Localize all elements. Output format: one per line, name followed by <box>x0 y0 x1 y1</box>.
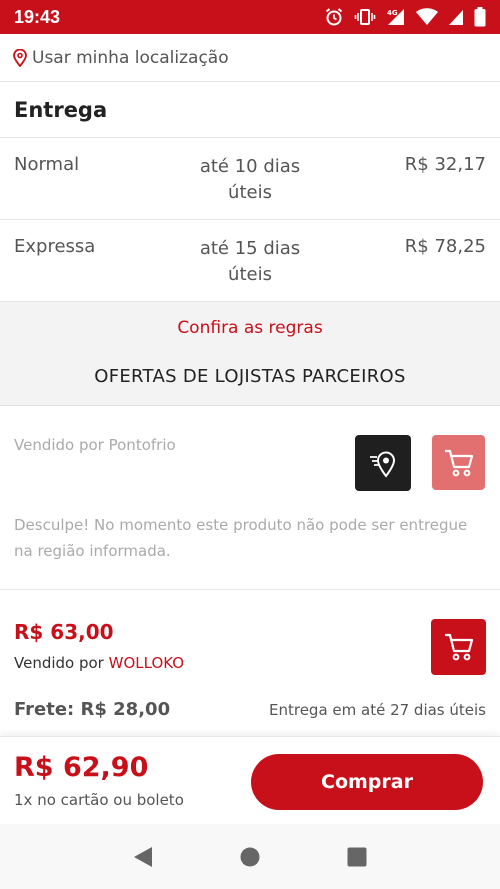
shipping-eta-line2: úteis <box>228 182 272 203</box>
alarm-icon <box>325 8 343 26</box>
rules-section: Confira as regras OFERTAS DE LOJISTAS PA… <box>0 302 500 406</box>
total-price: R$ 62,90 <box>14 752 149 783</box>
shipping-eta-line1: até 15 dias <box>199 238 301 259</box>
vibrate-icon <box>354 9 376 25</box>
unavailable-message: Desculpe! No momento este produto não po… <box>14 516 468 560</box>
shipping-eta: até 10 dias úteis <box>180 154 320 206</box>
sold-by-prefix: Vendido por <box>14 654 104 672</box>
partner-offers-title: OFERTAS DE LOJISTAS PARCEIROS <box>94 366 406 387</box>
recents-button[interactable] <box>337 837 377 877</box>
delivery-estimate: Entrega em até 27 dias úteis <box>268 701 486 719</box>
rules-link[interactable]: Confira as regras <box>0 318 500 338</box>
battery-icon <box>474 7 486 27</box>
shipping-eta-line1: até 10 dias <box>199 156 301 177</box>
shipping-eta: até 15 dias úteis <box>180 236 320 288</box>
delivery-title: Entrega <box>0 82 500 138</box>
buy-bar: R$ 62,90 1x no cartão ou boleto Comprar <box>0 736 500 824</box>
shipping-price: R$ 32,17 <box>404 154 486 175</box>
add-to-cart-button-disabled[interactable] <box>432 435 485 490</box>
payment-terms: 1x no cartão ou boleto <box>14 791 184 809</box>
freight-price: Frete: R$ 28,00 <box>14 699 171 720</box>
shipping-eta-line2: úteis <box>228 264 272 285</box>
shipping-price: R$ 78,25 <box>404 236 486 257</box>
cart-icon <box>444 449 473 476</box>
change-location-button[interactable] <box>355 435 411 491</box>
back-button[interactable] <box>123 837 163 877</box>
status-time: 19:43 <box>14 6 61 27</box>
wifi-icon <box>416 8 438 25</box>
network-type: 4G <box>387 9 398 17</box>
seller-sold-by: Vendido por Pontofrio <box>14 436 176 454</box>
seller-name-link[interactable]: WOLLOKO <box>109 654 184 672</box>
fast-delivery-pin-icon <box>370 451 396 478</box>
status-icons: 4G <box>324 7 486 27</box>
use-location-label: Usar minha localização <box>32 47 229 68</box>
home-circle-icon <box>240 847 260 866</box>
shipping-option-normal: Normal até 10 dias úteis R$ 32,17 <box>0 138 500 220</box>
delivery-title-text: Entrega <box>14 97 108 122</box>
location-pin-icon <box>13 48 27 67</box>
offer-price: R$ 63,00 <box>14 620 114 644</box>
signal-4g-icon: 4G <box>387 9 404 25</box>
seller-offer-wolloko: R$ 63,00 Vendido por WOLLOKO Frete: R$ 2… <box>0 590 500 734</box>
back-triangle-icon <box>134 846 153 867</box>
shipping-option-express: Expressa até 15 dias úteis R$ 78,25 <box>0 220 500 302</box>
seller-sold-by: Vendido por WOLLOKO <box>14 654 184 672</box>
use-location-link[interactable]: Usar minha localização <box>0 34 500 82</box>
buy-button[interactable]: Comprar <box>251 754 483 810</box>
seller-offer-pontofrio: Vendido por Pontofrio Desculpe! No momen… <box>0 406 500 590</box>
cell-signal-icon <box>449 10 463 25</box>
shipping-name: Expressa <box>14 236 96 257</box>
cart-icon <box>444 633 473 661</box>
system-nav-bar <box>0 824 500 889</box>
home-button[interactable] <box>230 837 270 877</box>
shipping-name: Normal <box>14 154 80 175</box>
status-bar: 19:43 4G <box>0 0 500 34</box>
add-to-cart-button[interactable] <box>431 619 486 675</box>
recents-square-icon <box>347 847 367 866</box>
